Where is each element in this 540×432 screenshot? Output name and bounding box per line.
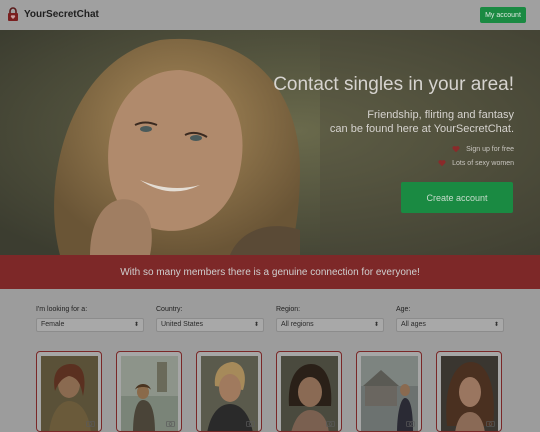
bullet-sexy-women: Lots of sexy women (438, 159, 514, 167)
hero-photo (0, 30, 540, 255)
hero-subtitle-line-2: can be found here at YourSecretChat. (329, 123, 514, 135)
looking-for-select[interactable]: Female ⬍ (36, 318, 144, 332)
age-select[interactable]: All ages ⬍ (396, 318, 504, 332)
profile-card[interactable] (276, 351, 342, 432)
hero-subtitle-line-1: Friendship, flirting and fantasy (367, 109, 514, 121)
select-value: All ages (401, 321, 426, 328)
filter-region: Region: All regions ⬍ (276, 306, 384, 332)
profile-card[interactable] (196, 351, 262, 432)
camera-icon (166, 420, 175, 427)
select-value: All regions (281, 321, 314, 328)
bullet-sign-up: Sign up for free (452, 145, 514, 153)
profile-card[interactable] (436, 351, 502, 432)
camera-icon (486, 420, 495, 427)
promo-banner: With so many members there is a genuine … (0, 255, 540, 289)
filter-label: Age: (396, 306, 411, 313)
profile-card[interactable] (36, 351, 102, 432)
camera-icon (326, 420, 335, 427)
logo-text: YourSecretChat (24, 8, 99, 20)
up-down-arrow-icon: ⬍ (493, 322, 499, 328)
up-down-arrow-icon: ⬍ (253, 322, 259, 328)
up-down-arrow-icon: ⬍ (373, 322, 379, 328)
filter-looking-for: I'm looking for a: Female ⬍ (36, 306, 144, 332)
camera-icon (406, 420, 415, 427)
camera-icon (86, 420, 95, 427)
hero-section: Contact singles in your area! Friendship… (0, 30, 540, 255)
bullet-text: Sign up for free (466, 145, 514, 153)
banner-text: With so many members there is a genuine … (120, 266, 420, 278)
hero-subtitle: Friendship, flirting and fantasy can be … (330, 108, 514, 136)
bullet-text: Lots of sexy women (452, 159, 514, 167)
lock-heart-icon (8, 7, 18, 21)
heart-icon (452, 146, 460, 153)
create-account-button[interactable]: Create account (401, 182, 513, 213)
filter-label: I'm looking for a: (36, 306, 88, 313)
profile-card[interactable] (356, 351, 422, 432)
select-value: United States (161, 321, 204, 328)
up-down-arrow-icon: ⬍ (133, 322, 139, 328)
site-header: YourSecretChat My account (0, 0, 540, 30)
country-select[interactable]: United States ⬍ (156, 318, 264, 332)
filter-country: Country: United States ⬍ (156, 306, 264, 332)
camera-icon (246, 420, 255, 427)
heart-icon (438, 160, 446, 167)
select-value: Female (41, 321, 65, 328)
profile-card[interactable] (116, 351, 182, 432)
region-select[interactable]: All regions ⬍ (276, 318, 384, 332)
filter-label: Region: (276, 306, 301, 313)
site-logo[interactable]: YourSecretChat (6, 7, 99, 21)
filter-label: Country: (156, 306, 183, 313)
filter-age: Age: All ages ⬍ (396, 306, 504, 332)
my-account-button[interactable]: My account (480, 7, 526, 23)
hero-title: Contact singles in your area! (273, 74, 514, 95)
